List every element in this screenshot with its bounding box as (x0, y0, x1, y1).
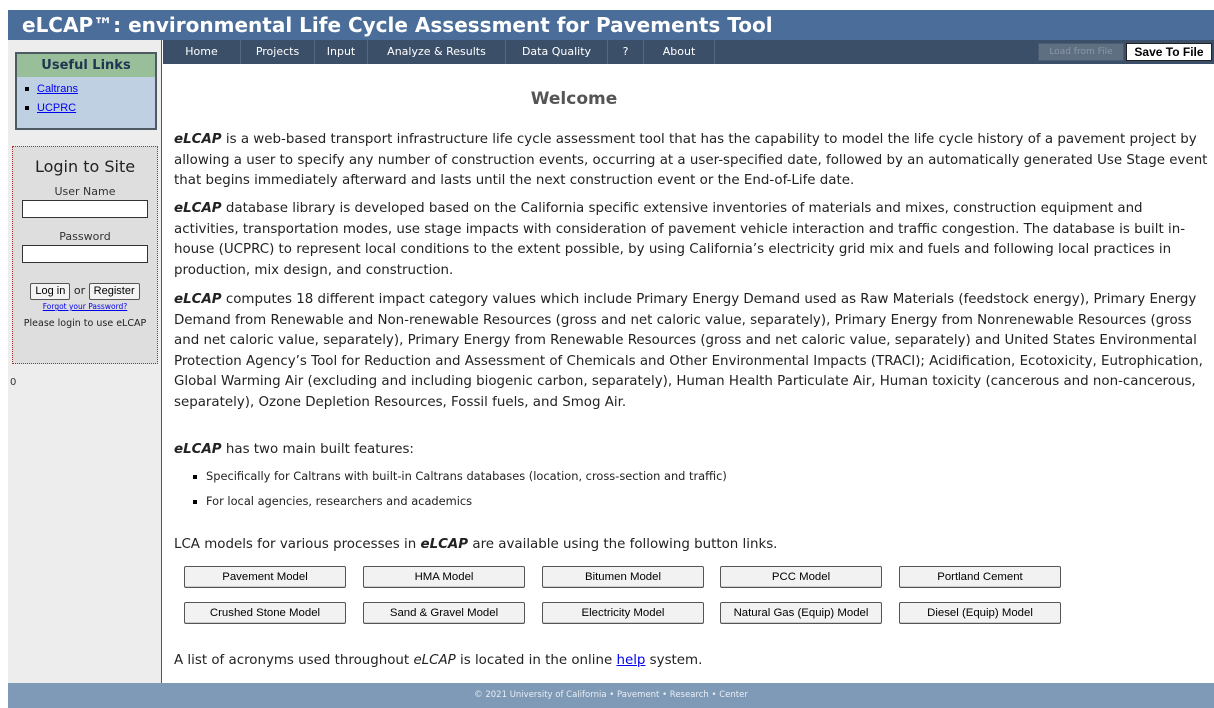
ucprc-link[interactable]: UCPRC (37, 102, 76, 114)
nav-help[interactable]: ? (608, 40, 644, 64)
intro-paragraph: eLCAP is a web-based transport infrastru… (174, 130, 1210, 192)
bullet-icon (25, 106, 29, 111)
sand-gravel-model-button[interactable]: Sand & Gravel Model (363, 602, 525, 624)
electricity-model-button[interactable]: Electricity Model (542, 602, 704, 624)
app-name: eLCAP (174, 132, 222, 147)
app-name: eLCAP (174, 442, 222, 457)
load-from-file-button[interactable]: Load from File (1038, 43, 1124, 61)
nav-input[interactable]: Input (315, 40, 368, 64)
footer: © 2021 University of California • Paveme… (8, 683, 1214, 708)
useful-links-panel: Useful Links Caltrans UCPRC (15, 52, 157, 130)
models-intro-text: LCA models for various processes in (174, 537, 421, 552)
title-bar: eLCAP™: environmental Life Cycle Assessm… (8, 10, 1214, 40)
counter-text: 0 (10, 377, 17, 388)
or-text: or (73, 284, 86, 297)
app-title: eLCAP™: environmental Life Cycle Assessm… (22, 13, 773, 37)
username-input[interactable] (22, 200, 148, 218)
bullet-icon (193, 474, 197, 479)
app-name: eLCAP (174, 292, 222, 307)
username-label: User Name (54, 185, 116, 198)
nav-analyze-results[interactable]: Analyze & Results (368, 40, 506, 64)
impact-text: computes 18 different impact category va… (174, 292, 1203, 410)
bitumen-model-button[interactable]: Bitumen Model (542, 566, 704, 588)
nav-data-quality[interactable]: Data Quality (506, 40, 608, 64)
list-item: For local agencies, researchers and acad… (193, 489, 1193, 514)
pcc-model-button[interactable]: PCC Model (720, 566, 882, 588)
acronyms-text: A list of acronyms used throughout (174, 653, 414, 668)
features-intro-text: has two main built features: (221, 442, 414, 457)
feature-text: For local agencies, researchers and acad… (206, 494, 473, 508)
models-intro-text-end: are available using the following button… (468, 537, 778, 552)
acronyms-text-end: system. (645, 653, 703, 668)
useful-links-list: Caltrans UCPRC (17, 80, 155, 118)
register-button[interactable]: Register (88, 283, 140, 300)
forgot-password-link[interactable]: Forgot your Password? (43, 302, 128, 311)
useful-links-header: Useful Links (17, 54, 155, 77)
list-item: Specifically for Caltrans with built-in … (193, 464, 1193, 489)
models-intro: LCA models for various processes in eLCA… (174, 535, 1210, 556)
caltrans-link[interactable]: Caltrans (37, 83, 78, 95)
natural-gas-model-button[interactable]: Natural Gas (Equip) Model (720, 602, 882, 624)
database-text: database library is developed based on t… (174, 201, 1186, 278)
nav-projects[interactable]: Projects (241, 40, 315, 64)
app-name: eLCAP (420, 537, 469, 552)
help-link[interactable]: help (616, 653, 645, 668)
portland-cement-button[interactable]: Portland Cement (899, 566, 1061, 588)
features-list: Specifically for Caltrans with built-in … (193, 464, 1193, 514)
feature-text: Specifically for Caltrans with built-in … (206, 469, 727, 483)
crushed-stone-model-button[interactable]: Crushed Stone Model (184, 602, 346, 624)
list-item: UCPRC (25, 99, 155, 118)
acronyms-paragraph: A list of acronyms used throughout eLCAP… (174, 651, 1210, 672)
password-input[interactable] (22, 245, 148, 263)
login-actions: Log in or Register (13, 283, 157, 300)
login-hint: Please login to use eLCAP (23, 318, 147, 329)
app-name: eLCAP (413, 653, 456, 668)
save-to-file-button[interactable]: Save To File (1126, 43, 1212, 61)
login-panel: Login to Site User Name Password Log in … (12, 146, 158, 364)
list-item: Caltrans (25, 80, 155, 99)
features-intro: eLCAP has two main built features: (174, 440, 1210, 461)
hma-model-button[interactable]: HMA Model (363, 566, 525, 588)
app-name: eLCAP (174, 201, 222, 216)
pavement-model-button[interactable]: Pavement Model (184, 566, 346, 588)
login-title: Login to Site (34, 157, 136, 176)
nav-about[interactable]: About (644, 40, 715, 64)
forgot-password-row: Forgot your Password? (13, 302, 157, 311)
page-title: Welcome (530, 89, 618, 109)
login-button[interactable]: Log in (30, 283, 71, 300)
impact-paragraph: eLCAP computes 18 different impact categ… (174, 290, 1210, 413)
acronyms-text-mid: is located in the online (455, 653, 617, 668)
diesel-model-button[interactable]: Diesel (Equip) Model (899, 602, 1061, 624)
intro-text: is a web-based transport infrastructure … (174, 132, 1208, 188)
password-label: Password (59, 230, 111, 243)
bullet-icon (25, 87, 29, 92)
nav-home[interactable]: Home (163, 40, 241, 64)
database-paragraph: eLCAP database library is developed base… (174, 199, 1210, 281)
bullet-icon (193, 499, 197, 504)
